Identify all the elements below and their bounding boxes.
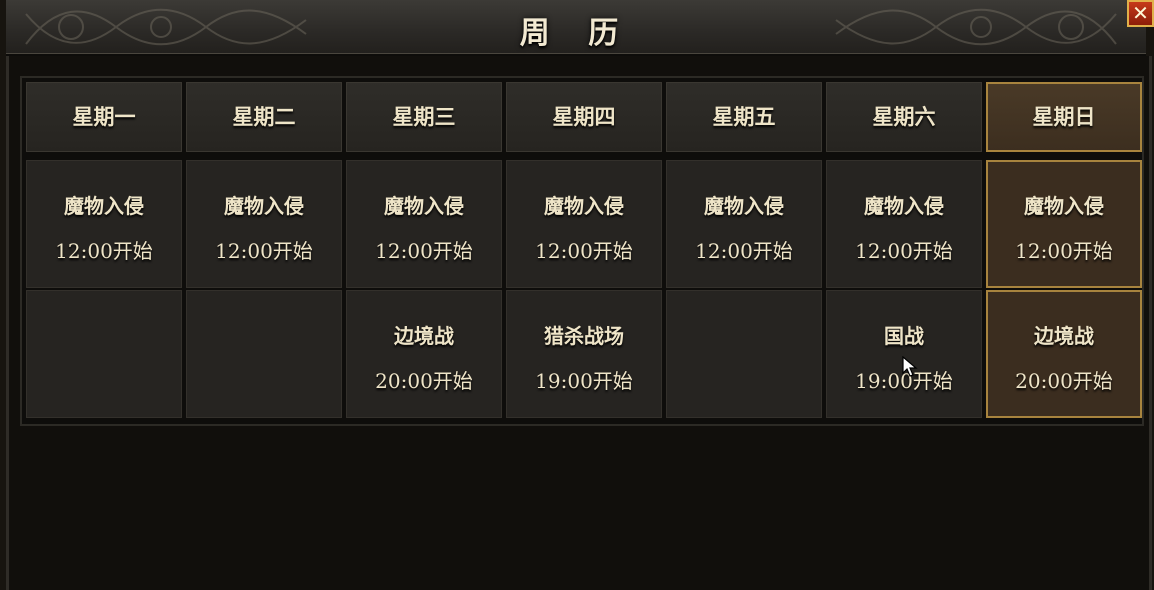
mouse-cursor-icon bbox=[902, 356, 918, 377]
event-time: 20:00开始 bbox=[1015, 369, 1113, 393]
event-cell-fri-1[interactable]: 魔物入侵 12:00开始 bbox=[666, 160, 822, 288]
event-cell-thu-1[interactable]: 魔物入侵 12:00开始 bbox=[506, 160, 662, 288]
event-name: 国战 bbox=[884, 324, 924, 348]
event-cell-tue-1[interactable]: 魔物入侵 12:00开始 bbox=[186, 160, 342, 288]
event-cell-sat-2[interactable]: 国战 19:00开始 bbox=[826, 290, 982, 418]
event-cell-wed-1[interactable]: 魔物入侵 12:00开始 bbox=[346, 160, 502, 288]
day-header-tue[interactable]: 星期二 bbox=[186, 82, 342, 152]
event-name: 魔物入侵 bbox=[864, 194, 944, 218]
title-bar: 周 历 bbox=[6, 0, 1146, 56]
event-name: 魔物入侵 bbox=[384, 194, 464, 218]
calendar-grid: 星期一 星期二 星期三 星期四 星期五 星期六 星期日 魔物入侵 12:00开始… bbox=[20, 76, 1144, 426]
day-header-sat[interactable]: 星期六 bbox=[826, 82, 982, 152]
event-cell-wed-2[interactable]: 边境战 20:00开始 bbox=[346, 290, 502, 418]
event-cell-mon-1[interactable]: 魔物入侵 12:00开始 bbox=[26, 160, 182, 288]
event-name: 边境战 bbox=[394, 324, 454, 348]
event-cell-mon-2[interactable] bbox=[26, 290, 182, 418]
event-time: 12:00开始 bbox=[1015, 239, 1113, 263]
weekly-calendar-window: 周 历 ✕ 星期一 星期二 星期三 星期四 星期五 星期六 星期日 魔物入侵 1… bbox=[0, 0, 1154, 590]
event-cell-fri-2[interactable] bbox=[666, 290, 822, 418]
event-name: 魔物入侵 bbox=[224, 194, 304, 218]
event-cell-sun-2[interactable]: 边境战 20:00开始 bbox=[986, 290, 1142, 418]
day-header-sun[interactable]: 星期日 bbox=[986, 82, 1142, 152]
event-time: 12:00开始 bbox=[535, 239, 633, 263]
day-header-fri[interactable]: 星期五 bbox=[666, 82, 822, 152]
event-name: 魔物入侵 bbox=[1024, 194, 1104, 218]
event-time: 12:00开始 bbox=[695, 239, 793, 263]
event-time: 12:00开始 bbox=[855, 239, 953, 263]
window-title: 周 历 bbox=[519, 16, 633, 51]
event-time: 19:00开始 bbox=[535, 369, 633, 393]
event-name: 猎杀战场 bbox=[544, 324, 624, 348]
close-button[interactable]: ✕ bbox=[1127, 0, 1154, 27]
event-time: 12:00开始 bbox=[215, 239, 313, 263]
event-time: 12:00开始 bbox=[375, 239, 473, 263]
event-cell-sun-1[interactable]: 魔物入侵 12:00开始 bbox=[986, 160, 1142, 288]
event-time: 20:00开始 bbox=[375, 369, 473, 393]
event-cell-thu-2[interactable]: 猎杀战场 19:00开始 bbox=[506, 290, 662, 418]
event-name: 魔物入侵 bbox=[64, 194, 144, 218]
event-cell-sat-1[interactable]: 魔物入侵 12:00开始 bbox=[826, 160, 982, 288]
day-header-wed[interactable]: 星期三 bbox=[346, 82, 502, 152]
event-name: 魔物入侵 bbox=[704, 194, 784, 218]
event-name: 魔物入侵 bbox=[544, 194, 624, 218]
event-cell-tue-2[interactable] bbox=[186, 290, 342, 418]
event-name: 边境战 bbox=[1034, 324, 1094, 348]
day-header-mon[interactable]: 星期一 bbox=[26, 82, 182, 152]
day-header-thu[interactable]: 星期四 bbox=[506, 82, 662, 152]
event-time: 12:00开始 bbox=[55, 239, 153, 263]
